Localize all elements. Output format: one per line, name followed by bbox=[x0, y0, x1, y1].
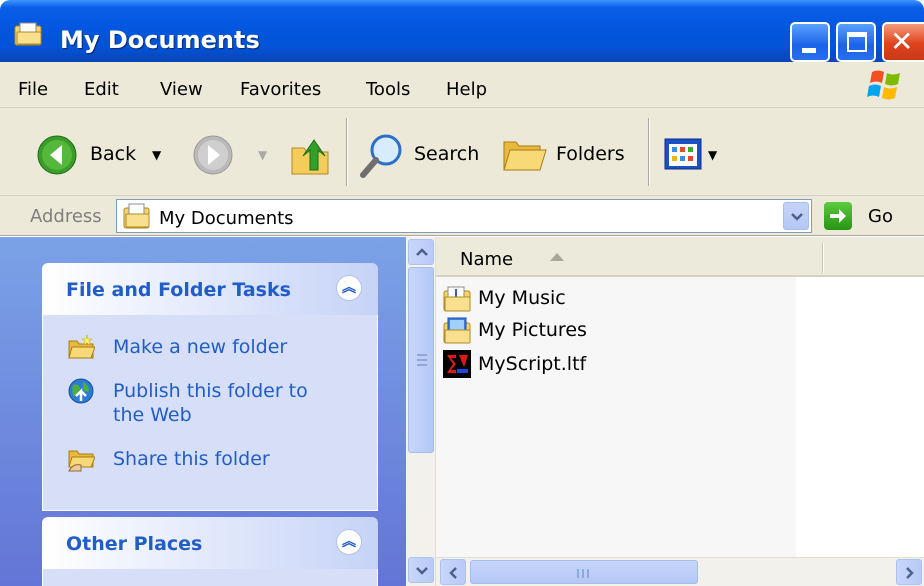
back-button[interactable]: Back bbox=[90, 143, 136, 165]
share-folder-link[interactable]: Share this folder bbox=[113, 447, 270, 471]
other-places-body bbox=[42, 569, 378, 586]
chevron-up-icon bbox=[416, 248, 428, 256]
column-header-name[interactable]: Name bbox=[460, 249, 513, 270]
column-header-row: Name bbox=[436, 237, 924, 277]
panel-title: File and Folder Tasks bbox=[66, 279, 291, 301]
share-folder-icon bbox=[68, 450, 95, 472]
grip-line bbox=[417, 354, 427, 356]
window-title: My Documents bbox=[60, 26, 260, 54]
maximize-button[interactable] bbox=[836, 22, 876, 62]
forward-dropdown-icon[interactable]: ▼ bbox=[258, 148, 267, 162]
close-icon: ✕ bbox=[890, 25, 914, 58]
menu-view[interactable]: View bbox=[160, 79, 203, 100]
file-folder-tasks-panel: File and Folder Tasks ︽ Make a new folde… bbox=[42, 263, 378, 511]
music-folder-icon bbox=[443, 286, 471, 312]
task-pane: File and Folder Tasks ︽ Make a new folde… bbox=[0, 237, 406, 586]
chevron-down-icon bbox=[416, 567, 428, 575]
go-label[interactable]: Go bbox=[868, 206, 893, 227]
back-arrow-icon[interactable] bbox=[36, 134, 78, 176]
folders-button[interactable]: Folders bbox=[556, 143, 625, 165]
scroll-right-button[interactable] bbox=[896, 559, 922, 585]
publish-folder-link[interactable]: Publish this folder to the Web bbox=[113, 379, 308, 427]
chevron-right-icon bbox=[906, 567, 914, 579]
address-label: Address bbox=[30, 206, 102, 227]
scroll-up-button[interactable] bbox=[408, 239, 434, 265]
script-file-icon bbox=[443, 350, 471, 378]
pictures-folder-icon bbox=[443, 317, 471, 344]
panel-title: Other Places bbox=[66, 533, 203, 555]
grip-line bbox=[417, 359, 427, 361]
grip-line bbox=[582, 569, 584, 578]
search-button[interactable]: Search bbox=[414, 143, 479, 165]
maximize-icon bbox=[847, 32, 867, 52]
forward-arrow-icon[interactable] bbox=[192, 134, 234, 176]
search-icon[interactable] bbox=[358, 132, 406, 180]
address-dropdown-button[interactable] bbox=[783, 202, 809, 230]
minimize-button[interactable] bbox=[790, 22, 830, 62]
toolbar-separator bbox=[346, 118, 348, 186]
publish-link-line2: the Web bbox=[113, 404, 192, 426]
publish-link-line1: Publish this folder to bbox=[113, 380, 308, 402]
toolbar-separator bbox=[648, 118, 650, 186]
file-folder-tasks-header[interactable]: File and Folder Tasks ︽ bbox=[42, 263, 378, 315]
sort-ascending-icon bbox=[550, 253, 564, 261]
collapse-chevron-icon[interactable]: ︽ bbox=[336, 275, 362, 301]
menu-file[interactable]: File bbox=[18, 79, 48, 100]
grip-line bbox=[577, 569, 579, 578]
file-name: MyScript.ltf bbox=[478, 353, 587, 375]
windows-logo-icon bbox=[867, 70, 900, 100]
file-name: My Pictures bbox=[478, 319, 587, 341]
menu-edit[interactable]: Edit bbox=[84, 79, 119, 100]
vertical-scrollbar[interactable] bbox=[406, 237, 436, 586]
toolbar: Back ▼ ▼ Search Folders ▼ bbox=[0, 108, 924, 196]
close-button[interactable]: ✕ bbox=[882, 22, 924, 62]
publish-web-icon bbox=[68, 378, 94, 404]
go-arrow-icon bbox=[830, 209, 846, 223]
other-places-panel: Other Places ︽ bbox=[42, 517, 378, 586]
views-dropdown-icon[interactable]: ▼ bbox=[708, 148, 717, 162]
my-documents-icon bbox=[123, 203, 150, 229]
horizontal-scroll-thumb[interactable] bbox=[470, 560, 698, 584]
chevron-down-icon bbox=[791, 213, 803, 221]
horizontal-scrollbar[interactable] bbox=[436, 557, 924, 586]
scroll-down-button[interactable] bbox=[408, 557, 434, 583]
menu-help[interactable]: Help bbox=[446, 79, 487, 100]
new-folder-icon bbox=[68, 334, 95, 359]
my-documents-icon bbox=[14, 22, 42, 46]
file-name: My Music bbox=[478, 287, 566, 309]
chevron-left-icon bbox=[449, 567, 457, 579]
make-new-folder-link[interactable]: Make a new folder bbox=[113, 335, 287, 359]
folders-icon[interactable] bbox=[502, 134, 548, 174]
menu-tools[interactable]: Tools bbox=[366, 79, 410, 100]
address-bar: Address My Documents Go bbox=[0, 196, 924, 236]
grip-line bbox=[587, 569, 589, 578]
file-list-pane: Name My Music My Pictures MyScript.ltf bbox=[406, 237, 924, 586]
menu-favorites[interactable]: Favorites bbox=[240, 79, 321, 100]
address-value: My Documents bbox=[159, 208, 294, 229]
go-button[interactable] bbox=[824, 202, 852, 230]
views-icon[interactable] bbox=[664, 138, 702, 170]
title-bar[interactable]: My Documents ✕ bbox=[0, 0, 924, 62]
minimize-icon bbox=[802, 48, 816, 53]
scroll-left-button[interactable] bbox=[440, 559, 466, 585]
back-dropdown-icon[interactable]: ▼ bbox=[152, 148, 161, 162]
column-divider[interactable] bbox=[822, 243, 824, 273]
vertical-scroll-thumb[interactable] bbox=[408, 267, 434, 453]
menu-bar: File Edit View Favorites Tools Help bbox=[0, 62, 924, 108]
grip-line bbox=[417, 364, 427, 366]
address-input[interactable]: My Documents bbox=[116, 199, 812, 233]
file-folder-tasks-body: Make a new folder Publish this folder to… bbox=[42, 315, 378, 511]
collapse-chevron-icon[interactable]: ︽ bbox=[336, 529, 362, 555]
other-places-header[interactable]: Other Places ︽ bbox=[42, 517, 378, 569]
up-folder-icon[interactable] bbox=[288, 132, 334, 178]
